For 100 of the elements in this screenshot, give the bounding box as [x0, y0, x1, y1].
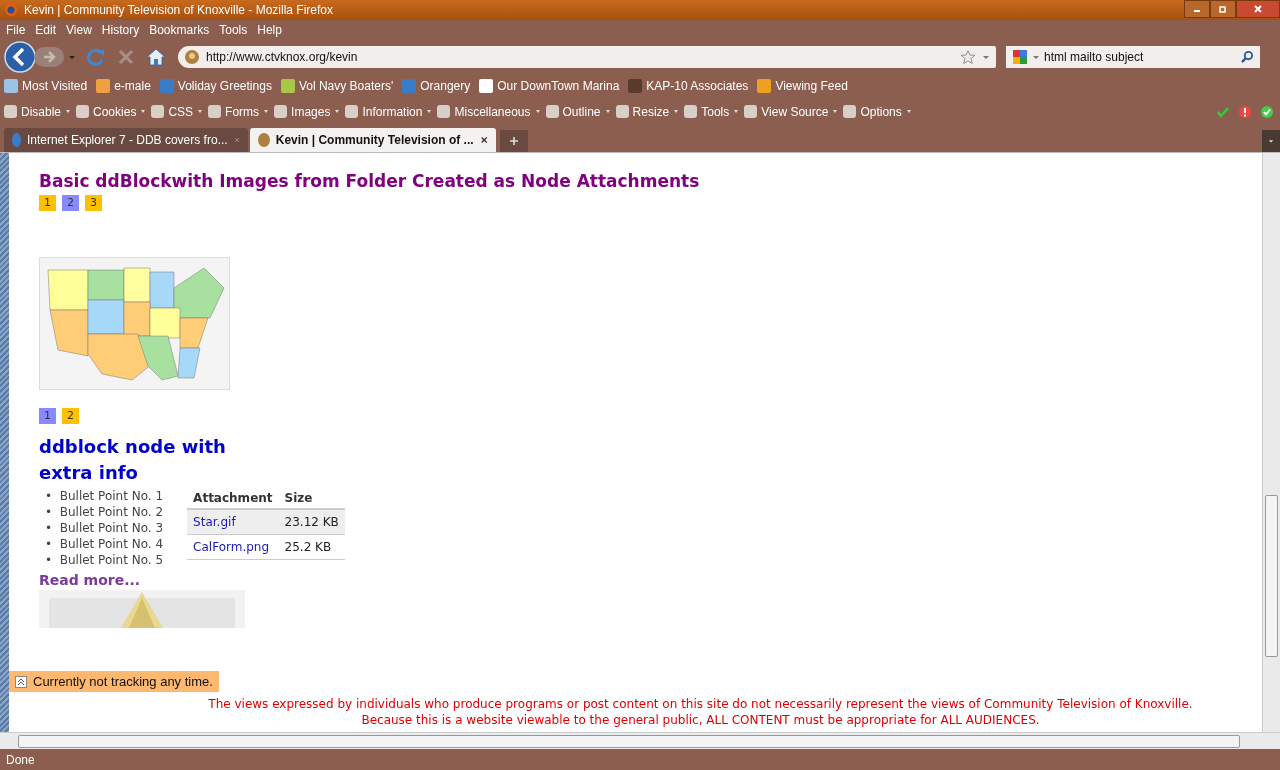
list-item: • Bullet Point No. 3: [45, 520, 164, 536]
list-item: • Bullet Point No. 1: [45, 488, 164, 504]
node-title: ddblock node with extra info: [39, 435, 227, 485]
caret-icon: [427, 110, 432, 113]
page-heading: Basic ddBlockwith Images from Folder Created as Node Attachments: [39, 171, 700, 191]
pager-link[interactable]: 2: [62, 195, 79, 211]
list-item: • Bullet Point No. 4: [45, 536, 164, 552]
list-item: • Bullet Point No. 5: [45, 552, 164, 568]
firefox-icon: [4, 3, 18, 17]
table-cell: 23.12 KB: [284, 515, 339, 529]
table-cell: 25.2 KB: [284, 540, 332, 554]
bookmark-item[interactable]: Viewing Feed: [757, 79, 848, 93]
site-icon: [184, 48, 200, 65]
menu-item[interactable]: Help: [257, 23, 282, 37]
bookmark-item[interactable]: Orangery: [402, 79, 471, 93]
bookmark-item[interactable]: Our DownTown Marina: [479, 79, 620, 93]
horizontal-scrollbar[interactable]: [0, 732, 1280, 749]
close-icon[interactable]: [479, 135, 488, 145]
pager-link[interactable]: 3: [85, 195, 102, 211]
star-icon[interactable]: [960, 48, 976, 65]
toolbar-menu[interactable]: Outline: [545, 104, 610, 119]
toolbar-icon: [76, 105, 90, 118]
toolbar-menu[interactable]: Images: [274, 104, 340, 119]
search-field[interactable]: html mailto subject: [1006, 45, 1260, 68]
restore-icon: [1218, 4, 1228, 14]
menu-item[interactable]: Bookmarks: [149, 23, 210, 37]
disclaimer-text: Because this is a website viewable to the general public, ALL CONTENT must be appropriate for ALL AUDIENCES.: [360, 712, 1041, 728]
site-icon: [258, 133, 270, 147]
toolbar-icon: [345, 105, 359, 118]
bookmark-icon: [628, 79, 643, 93]
back-icon[interactable]: [4, 40, 36, 73]
bookmark-icon: [757, 79, 772, 93]
vertical-scrollbar[interactable]: [1262, 153, 1280, 732]
menu-item[interactable]: File: [6, 23, 26, 37]
toolbar-menu[interactable]: Resize: [615, 104, 679, 119]
toolbar-icon: [615, 105, 629, 118]
browser-tab[interactable]: Kevin | Community Television of ...: [250, 128, 496, 152]
pager-link[interactable]: 2: [62, 408, 79, 424]
toolbar-menu[interactable]: Miscellaneous: [437, 104, 540, 119]
toolbar-menu[interactable]: Information: [345, 104, 432, 119]
caret-icon: [198, 110, 203, 113]
bookmark-icon: [96, 79, 111, 93]
pager-link[interactable]: 1: [39, 408, 56, 424]
caret-icon: [674, 110, 679, 113]
new-tab-button[interactable]: [500, 130, 528, 152]
bookmark-item[interactable]: KAP-10 Associates: [628, 79, 749, 93]
forward-icon[interactable]: [34, 45, 64, 68]
menu-item[interactable]: Edit: [35, 23, 57, 37]
close-button[interactable]: [1236, 0, 1280, 18]
home-icon[interactable]: [146, 46, 166, 67]
caret-icon: [335, 110, 340, 113]
read-more-link[interactable]: Read more...: [39, 572, 141, 588]
collapse-icon[interactable]: [15, 675, 27, 688]
bookmark-item[interactable]: Most Visited: [4, 79, 88, 93]
toolbar-menu[interactable]: View Source: [744, 104, 838, 119]
toolbar-icon: [208, 105, 222, 118]
toolbar-menu[interactable]: Disable: [4, 104, 71, 119]
caret-icon: [906, 110, 911, 113]
toolbar-icon: [843, 105, 857, 118]
address-field[interactable]: http://www.ctvknox.org/kevin: [178, 45, 996, 68]
search-icon[interactable]: [1241, 50, 1254, 63]
browser-tab[interactable]: Internet Explorer 7 - DDB covers fro...: [4, 128, 248, 152]
file-link[interactable]: CalForm.png: [193, 540, 270, 554]
toolbar-icon: [4, 105, 17, 118]
restore-button[interactable]: [1210, 0, 1236, 18]
error-icon[interactable]: [1238, 104, 1252, 119]
menu-item[interactable]: View: [66, 23, 92, 37]
caret-icon: [1268, 137, 1274, 145]
site-icon: [12, 133, 21, 147]
bookmark-item[interactable]: Voliday Greetings: [159, 79, 272, 93]
toolbar-menu[interactable]: CSS: [151, 104, 203, 119]
bookmark-item[interactable]: e-male: [96, 79, 151, 93]
minimize-button[interactable]: [1184, 0, 1210, 18]
plus-icon: [509, 136, 519, 146]
pager-link[interactable]: 1: [39, 195, 56, 211]
menu-item[interactable]: History: [101, 23, 140, 37]
close-icon: [1253, 4, 1263, 14]
bookmark-icon: [280, 79, 295, 93]
toolbar-menu[interactable]: Tools: [684, 104, 739, 119]
search-engine-icon[interactable]: [1012, 48, 1028, 65]
caret-icon: [264, 110, 269, 113]
caret-icon: [66, 110, 71, 113]
toolbar-menu[interactable]: Options: [843, 104, 911, 119]
toolbar-menu[interactable]: Forms: [208, 104, 269, 119]
bookmark-icon: [159, 79, 174, 93]
bookmark-icon: [402, 79, 417, 93]
toolbar-icon: [545, 105, 559, 118]
check-circle-icon[interactable]: [1260, 104, 1274, 119]
caret-icon: [833, 110, 838, 113]
caret-icon: [535, 110, 540, 113]
window-title: Kevin | Community Television of Knoxville - Mozilla Firefox: [24, 3, 334, 17]
status-text: Done: [6, 752, 35, 767]
caret-icon: [141, 110, 146, 113]
bookmark-icon: [4, 79, 18, 93]
toolbar-menu[interactable]: Cookies: [76, 104, 146, 119]
tracking-text: Currently not tracking any time.: [33, 674, 213, 689]
disclaimer-text: The views expressed by individuals who produce programs or post content on this site do not necessarily represent the views of Community Television of Knoxville.: [207, 696, 1194, 712]
menu-item[interactable]: Tools: [219, 23, 248, 37]
list-item: • Bullet Point No. 2: [45, 504, 164, 520]
bookmark-item[interactable]: Vol Navy Boaters': [280, 79, 394, 93]
